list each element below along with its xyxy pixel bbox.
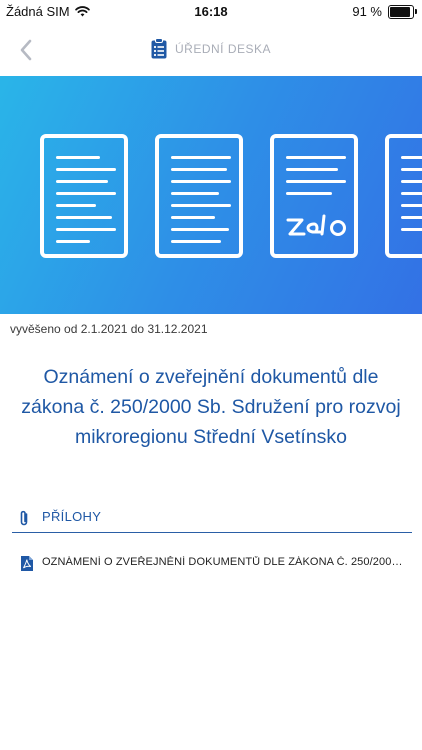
document-illustration-icon (385, 134, 422, 258)
hero-banner (0, 76, 422, 314)
signature-stamp-icon (286, 214, 346, 236)
battery-info: 91 % (352, 4, 417, 19)
attachments-header-label: PŘÍLOHY (42, 509, 102, 524)
attachment-item[interactable]: OZNÁMENÍ O ZVEŘEJNĚNÍ DOKUMENTŮ DLE ZÁKO… (12, 550, 412, 576)
attachments-header: PŘÍLOHY (12, 504, 412, 533)
battery-percent: 91 % (352, 4, 382, 19)
paperclip-icon (20, 510, 28, 526)
clipboard-list-icon (151, 38, 167, 59)
notice-title: Oznámení o zveřejnění dokumentů dle záko… (21, 366, 401, 448)
pdf-icon (21, 556, 33, 571)
status-bar: Žádná SIM 16:18 91 % (0, 0, 422, 24)
document-illustration-icon (40, 134, 128, 258)
attachment-name: OZNÁMENÍ O ZVEŘEJNĚNÍ DOKUMENTŮ DLE ZÁKO… (42, 556, 407, 568)
signed-document-illustration-icon (270, 134, 358, 258)
battery-fill (390, 6, 411, 17)
page-title-label: ÚŘEDNÍ DESKA (174, 41, 272, 56)
navigation-bar: ÚŘEDNÍ DESKA (0, 24, 422, 76)
page-title: ÚŘEDNÍ DESKA (0, 38, 422, 59)
posted-date: vyvěšeno od 2.1.2021 do 31.12.2021 (10, 322, 208, 336)
document-illustration-icon (155, 134, 243, 258)
battery-icon (388, 4, 417, 19)
